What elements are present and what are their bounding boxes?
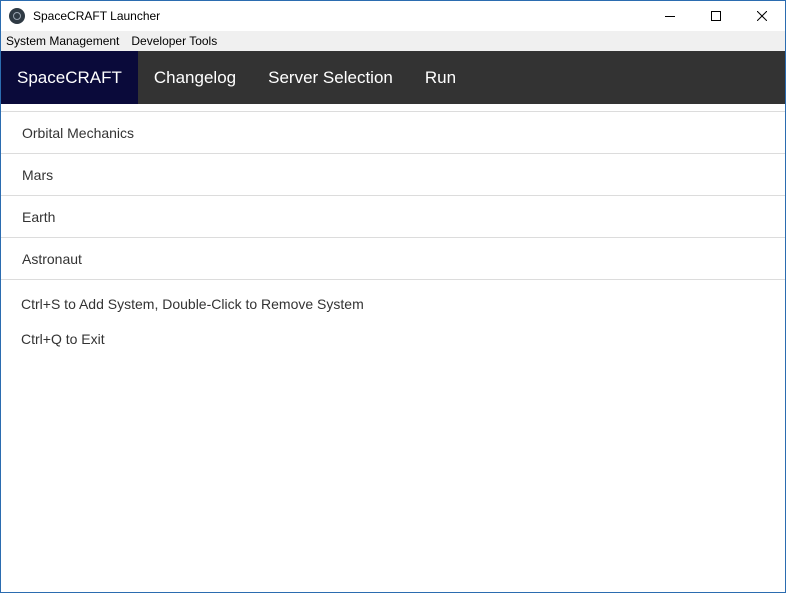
nav-server-selection[interactable]: Server Selection bbox=[252, 51, 409, 104]
nav-changelog[interactable]: Changelog bbox=[138, 51, 252, 104]
system-item-orbital-mechanics[interactable]: Orbital Mechanics bbox=[1, 112, 785, 154]
nav-bar: SpaceCRAFT Changelog Server Selection Ru… bbox=[1, 51, 785, 104]
launcher-window: SpaceCRAFT Launcher System Management De… bbox=[0, 0, 786, 593]
window-title: SpaceCRAFT Launcher bbox=[33, 9, 161, 23]
maximize-button[interactable] bbox=[693, 1, 739, 31]
window-controls bbox=[647, 1, 785, 31]
system-item-astronaut[interactable]: Astronaut bbox=[1, 238, 785, 280]
maximize-icon bbox=[711, 11, 721, 21]
system-item-mars[interactable]: Mars bbox=[1, 154, 785, 196]
hint-exit: Ctrl+Q to Exit bbox=[21, 331, 105, 347]
title-bar[interactable]: SpaceCRAFT Launcher bbox=[1, 1, 785, 31]
system-item-earth[interactable]: Earth bbox=[1, 196, 785, 238]
close-icon bbox=[757, 11, 767, 21]
menu-bar: System Management Developer Tools bbox=[1, 31, 785, 51]
menu-developer-tools[interactable]: Developer Tools bbox=[125, 31, 223, 51]
close-button[interactable] bbox=[739, 1, 785, 31]
nav-spacecraft[interactable]: SpaceCRAFT bbox=[1, 51, 138, 104]
minimize-button[interactable] bbox=[647, 1, 693, 31]
help-hints: Ctrl+S to Add System, Double-Click to Re… bbox=[1, 280, 785, 348]
menu-system-management[interactable]: System Management bbox=[1, 31, 125, 51]
app-logo-icon bbox=[9, 8, 25, 24]
nav-run[interactable]: Run bbox=[409, 51, 472, 104]
hint-add-remove: Ctrl+S to Add System, Double-Click to Re… bbox=[21, 296, 364, 312]
minimize-icon bbox=[665, 16, 675, 17]
system-list: Orbital Mechanics Mars Earth Astronaut bbox=[1, 111, 785, 280]
